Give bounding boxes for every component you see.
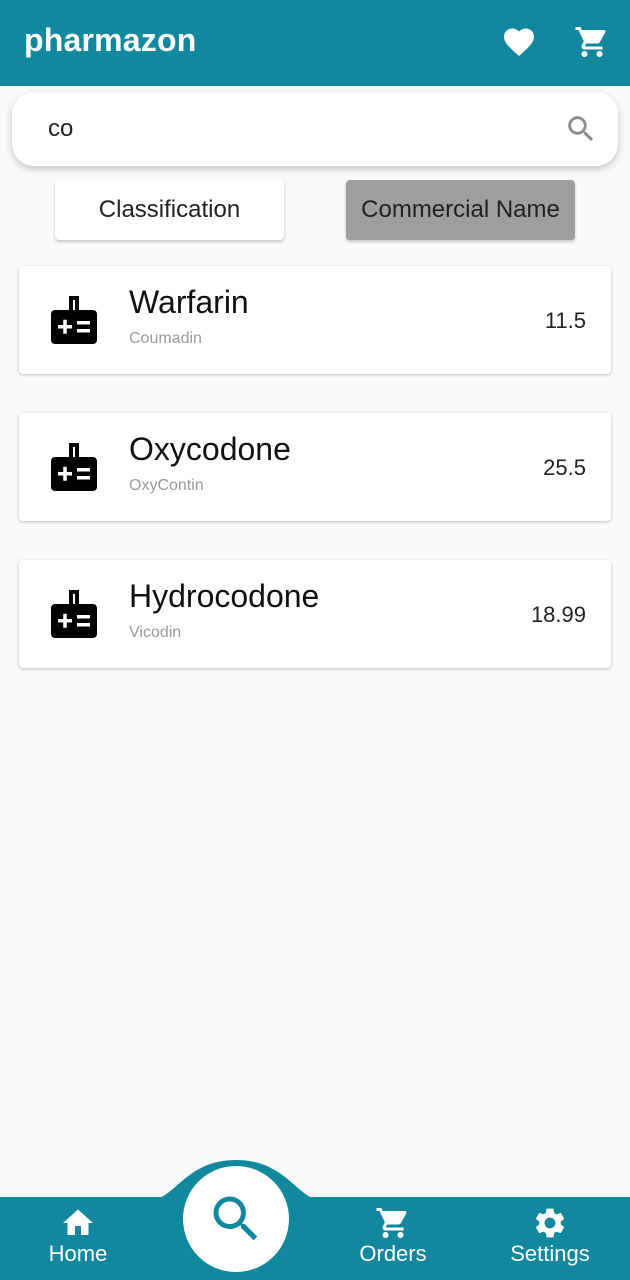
medical-kit-icon: [51, 296, 97, 344]
bottom-nav-notch: [150, 1160, 322, 1200]
nav-settings-label: Settings: [510, 1241, 590, 1266]
medicine-brand: Coumadin: [129, 330, 202, 347]
app-bar: pharmazon: [0, 0, 630, 86]
nav-home[interactable]: Home: [18, 1205, 138, 1275]
cart-icon: [575, 27, 606, 57]
cart-icon: [376, 1208, 407, 1238]
nav-orders-label: Orders: [359, 1241, 427, 1266]
nav-search-button[interactable]: [183, 1166, 289, 1272]
gear-icon: [535, 1208, 565, 1238]
home-icon: [63, 1209, 93, 1235]
search-icon[interactable]: [564, 112, 598, 146]
medical-kit-icon: [51, 590, 97, 638]
list-item[interactable]: Hydrocodone Vicodin 18.99: [19, 560, 611, 668]
favorites-button[interactable]: [499, 22, 539, 62]
heart-icon: [504, 28, 534, 57]
medicine-name: Hydrocodone: [129, 578, 320, 614]
medicine-price: 11.5: [544, 308, 586, 333]
medicine-name: Warfarin: [129, 284, 249, 320]
medicine-price: 18.99: [530, 602, 586, 627]
list-item[interactable]: Warfarin Coumadin 11.5: [19, 266, 611, 374]
list-item[interactable]: Oxycodone OxyContin 25.5: [19, 413, 611, 521]
search-bar: [12, 92, 618, 166]
nav-orders[interactable]: Orders: [333, 1205, 453, 1275]
cart-button[interactable]: [572, 22, 612, 62]
nav-settings[interactable]: Settings: [490, 1205, 610, 1275]
search-icon: [213, 1196, 258, 1241]
classification-filter-button[interactable]: Classification: [55, 180, 284, 240]
search-input[interactable]: [48, 110, 528, 148]
medicine-brand: OxyContin: [129, 477, 204, 494]
nav-home-label: Home: [48, 1241, 108, 1266]
medicine-name: Oxycodone: [129, 431, 291, 467]
commercial-name-filter-button[interactable]: Commercial Name: [346, 180, 575, 240]
medicine-price: 25.5: [543, 455, 586, 480]
medicine-brand: Vicodin: [129, 624, 182, 641]
medical-kit-icon: [51, 443, 97, 491]
app-title: pharmazon: [24, 22, 197, 58]
